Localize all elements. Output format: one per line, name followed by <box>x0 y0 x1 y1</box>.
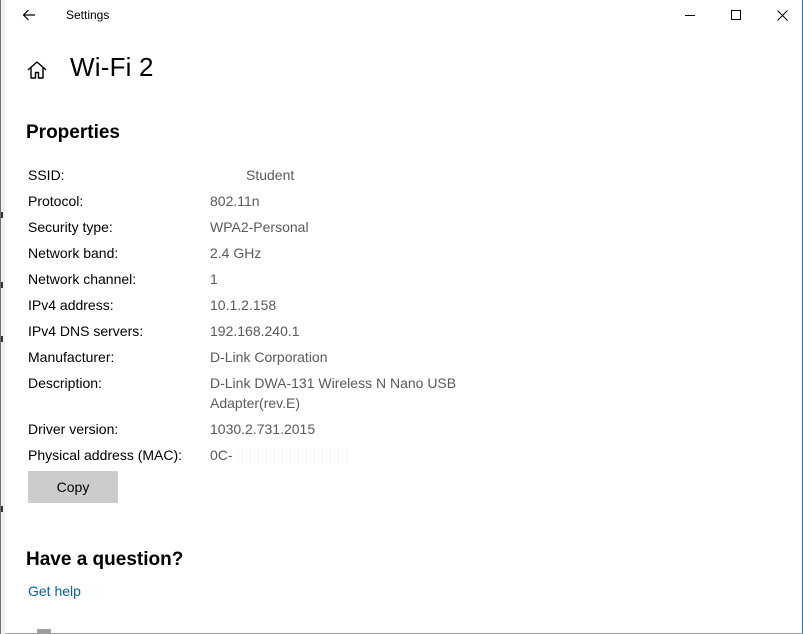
settings-window: Settings Wi-Fi 2 Properties SSID: Studen… <box>0 0 803 634</box>
mac-address-value: 0C- <box>210 447 233 463</box>
ipv4-address-label: IPv4 address: <box>28 297 114 313</box>
mac-address-label: Physical address (MAC): <box>28 447 183 463</box>
properties-section-title: Properties <box>26 122 120 143</box>
ssid-label: SSID: <box>28 167 65 183</box>
copy-button[interactable]: Copy <box>28 471 118 503</box>
security-type-label: Security type: <box>28 219 113 235</box>
background-mark <box>1 282 3 288</box>
mac-address-redaction <box>235 448 347 464</box>
background-mark <box>1 506 3 512</box>
background-mark <box>1 212 3 218</box>
background-window-edge <box>1 0 5 634</box>
protocol-value: 802.11n <box>210 193 260 209</box>
protocol-label: Protocol: <box>28 193 84 209</box>
back-arrow-icon <box>22 9 35 21</box>
minimize-icon <box>685 15 695 16</box>
maximize-icon <box>731 10 741 20</box>
driver-version-label: Driver version: <box>28 421 119 437</box>
page-title: Wi-Fi 2 <box>70 52 154 82</box>
home-button[interactable] <box>26 59 50 83</box>
description-value: D-Link DWA-131 Wireless N Nano USB Adapt… <box>210 375 457 411</box>
driver-version-value: 1030.2.731.2015 <box>210 421 316 437</box>
manufacturer-value: D-Link Corporation <box>210 349 328 365</box>
security-type-value: WPA2-Personal <box>210 219 309 235</box>
app-title: Settings <box>66 8 110 22</box>
background-window-edge-bottom <box>37 629 51 633</box>
help-section-title: Have a question? <box>26 549 184 570</box>
ssid-value: Student <box>246 167 295 183</box>
network-band-value: 2.4 GHz <box>210 245 262 261</box>
get-help-link[interactable]: Get help <box>28 583 81 599</box>
ipv4-dns-label: IPv4 DNS servers: <box>28 323 144 339</box>
minimize-button[interactable] <box>667 0 713 30</box>
ipv4-address-value: 10.1.2.158 <box>210 297 277 313</box>
network-channel-label: Network channel: <box>28 271 137 287</box>
ipv4-dns-value: 192.168.240.1 <box>210 323 300 339</box>
network-channel-value: 1 <box>210 271 218 287</box>
title-bar: Settings <box>5 0 803 31</box>
back-button[interactable] <box>15 3 43 27</box>
maximize-button[interactable] <box>713 0 759 30</box>
home-icon <box>27 61 47 79</box>
close-icon <box>776 9 788 21</box>
description-label: Description: <box>28 375 102 391</box>
network-band-label: Network band: <box>28 245 119 261</box>
background-mark <box>1 336 3 342</box>
manufacturer-label: Manufacturer: <box>28 349 115 365</box>
close-button[interactable] <box>759 0 803 30</box>
